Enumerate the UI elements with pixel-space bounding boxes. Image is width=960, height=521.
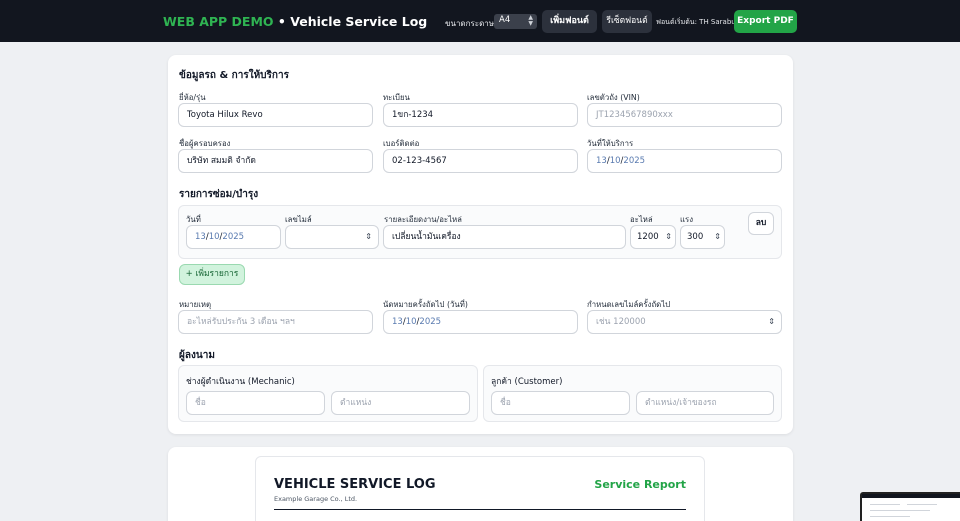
customer-name-input[interactable]: ชื่อ [491,391,630,415]
add-item-button[interactable]: + เพิ่มรายการ [179,264,245,285]
vin-input[interactable]: JT1234567890xxx [587,103,782,127]
next-mileage-placeholder: เช่น 120000 [596,317,646,327]
mechanic-name-input[interactable]: ชื่อ [186,391,325,415]
owner-input[interactable]: บริษัท สมมติ จำกัด [178,149,373,173]
labor-cost-input[interactable]: 300 ⇕ [680,225,725,249]
mechanic-role-input[interactable]: ตำแหน่ง [331,391,470,415]
date-day: 13 [392,317,403,327]
document-company: Example Garage Co., Ltd. [274,495,358,503]
mileage-input[interactable]: ⇕ [285,225,379,249]
thumbnail-line [870,516,910,517]
next-mileage-input[interactable]: เช่น 120000 ⇕ [587,310,782,334]
brand-title: Vehicle Service Log [290,14,428,29]
date-month: 10 [609,156,621,166]
stepper-icon[interactable]: ⇕ [768,311,775,333]
date-month: 10 [208,232,220,242]
stepper-icon[interactable]: ⇕ [714,226,721,248]
select-arrows-icon: ▲ ▼ [528,14,533,27]
reset-font-button[interactable]: รีเซ็ตฟอนต์ [602,10,652,33]
date-year: 2025 [222,232,245,242]
document-preview: VEHICLE SERVICE LOG Example Garage Co., … [255,456,705,521]
date-month: 10 [405,317,417,327]
export-pdf-button[interactable]: Export PDF [734,10,797,33]
brand-model-input[interactable]: Toyota Hilux Revo [178,103,373,127]
customer-title: ลูกค้า (Customer) [491,377,563,387]
paper-size-value: A4 [499,15,511,25]
parts-cost-value: 1200 [637,232,659,242]
service-date-input[interactable]: 13/10/2025 [587,149,782,173]
note-input[interactable]: อะไหล่รับประกัน 3 เดือน ฯลฯ [178,310,373,334]
mechanic-title: ช่างผู้ดำเนินงาน (Mechanic) [186,377,295,387]
detail-input[interactable]: เปลี่ยนน้ำมันเครื่อง [383,225,626,249]
add-font-button[interactable]: เพิ่มฟอนต์ [542,10,597,33]
font-status-text: ฟอนต์เริ่มต้น: TH Sarabun [656,18,741,26]
date-day: 13 [195,232,206,242]
brand-separator: • [273,14,291,29]
delete-row-button[interactable]: ลบ [748,212,774,235]
date-year: 2025 [419,317,442,327]
brand-accent: WEB APP DEMO [163,14,274,29]
thumbnail-header [862,494,960,498]
thumbnail-line [870,510,930,511]
document-title: VEHICLE SERVICE LOG [274,477,436,492]
labor-cost-value: 300 [687,232,704,242]
thumbnail-line [907,504,937,505]
document-report-label: Service Report [594,478,686,491]
paper-size-select[interactable]: A4 ▲ ▼ [494,14,537,29]
date-day: 13 [596,156,607,166]
parts-cost-input[interactable]: 1200 ⇕ [630,225,676,249]
signers-section-title: ผู้ลงนาม [179,350,215,361]
top-bar: WEB APP DEMO • Vehicle Service Log ขนาดก… [0,0,960,42]
phone-input[interactable]: 02-123-4567 [383,149,578,173]
repair-date-input[interactable]: 13/10/2025 [186,225,281,249]
document-divider [274,509,686,510]
paper-size-label: ขนาดกระดาษ [445,19,495,28]
date-year: 2025 [623,156,646,166]
preview-card: VEHICLE SERVICE LOG Example Garage Co., … [168,447,793,521]
thumbnail-content [862,494,960,521]
app-title: WEB APP DEMO • Vehicle Service Log [163,14,427,29]
thumbnail-line [870,504,900,505]
vehicle-section-title: ข้อมูลรถ & การให้บริการ [179,70,289,81]
window-thumbnail[interactable] [860,492,960,521]
next-date-input[interactable]: 13/10/2025 [383,310,578,334]
plate-input[interactable]: 1ขก-1234 [383,103,578,127]
stepper-icon[interactable]: ⇕ [365,226,372,248]
customer-role-input[interactable]: ตำแหน่ง/เจ้าของรถ [636,391,774,415]
service-form-card: ข้อมูลรถ & การให้บริการ ยี่ห้อ/รุ่น Toyo… [168,55,793,434]
repairs-section-title: รายการซ่อม/บำรุง [179,189,259,200]
stepper-icon[interactable]: ⇕ [665,226,672,248]
